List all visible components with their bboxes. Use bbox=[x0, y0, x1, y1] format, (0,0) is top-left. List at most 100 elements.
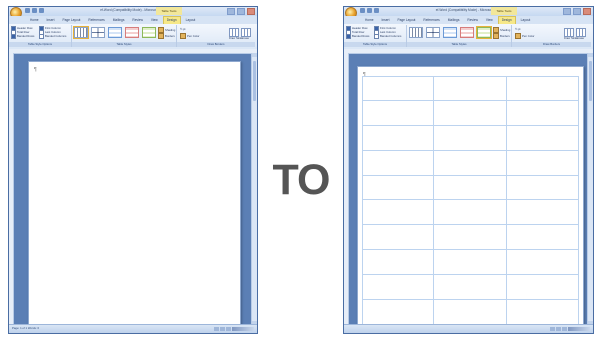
eraser-button[interactable]: Eraser bbox=[241, 28, 251, 40]
web-layout-icon[interactable] bbox=[226, 327, 231, 331]
print-layout-icon[interactable] bbox=[550, 327, 555, 331]
table-style-grid[interactable] bbox=[73, 26, 89, 39]
tab-insert[interactable]: Insert bbox=[379, 16, 393, 24]
tab-design[interactable]: Design bbox=[162, 16, 181, 24]
tab-view[interactable]: View bbox=[148, 16, 161, 24]
scroll-up-icon[interactable] bbox=[588, 53, 593, 57]
tab-home[interactable]: Home bbox=[27, 16, 42, 24]
label-cell[interactable] bbox=[434, 300, 507, 325]
tab-page-layout[interactable]: Page Layout bbox=[395, 16, 419, 24]
draw-table-button[interactable]: Draw Table bbox=[229, 28, 242, 40]
label-cell[interactable] bbox=[434, 175, 507, 201]
full-screen-icon[interactable] bbox=[220, 327, 225, 331]
document-page-label-grid[interactable]: ¶ bbox=[357, 66, 584, 330]
scrollbar-thumb[interactable] bbox=[253, 61, 256, 101]
label-cell[interactable] bbox=[362, 175, 435, 201]
maximize-icon[interactable] bbox=[573, 8, 581, 15]
pen-color-button[interactable]: Pen Color bbox=[180, 33, 199, 39]
label-cell[interactable] bbox=[506, 300, 579, 325]
pen-color-button[interactable]: Pen Color bbox=[515, 33, 534, 39]
zoom-slider[interactable] bbox=[232, 327, 254, 331]
scrollbar-thumb[interactable] bbox=[589, 61, 592, 101]
table-style-grid[interactable] bbox=[409, 27, 423, 38]
close-icon[interactable] bbox=[247, 8, 255, 15]
undo-icon[interactable] bbox=[367, 8, 372, 13]
banded-rows-checkbox[interactable]: Banded Rows bbox=[346, 33, 369, 39]
horizontal-ruler[interactable] bbox=[9, 49, 257, 54]
vertical-ruler[interactable] bbox=[344, 53, 349, 325]
horizontal-ruler[interactable] bbox=[344, 49, 593, 54]
vertical-scrollbar[interactable] bbox=[251, 53, 257, 325]
scroll-up-icon[interactable] bbox=[252, 53, 257, 57]
label-cell[interactable] bbox=[362, 76, 435, 101]
label-cell[interactable] bbox=[434, 125, 507, 151]
close-icon[interactable] bbox=[583, 8, 591, 15]
save-icon[interactable] bbox=[25, 8, 30, 13]
label-cell[interactable] bbox=[506, 225, 579, 251]
table-style-light-green[interactable] bbox=[476, 26, 492, 39]
tab-references[interactable]: References bbox=[420, 16, 442, 24]
banded-rows-checkbox[interactable]: Banded Rows bbox=[11, 33, 34, 39]
table-style-plain[interactable] bbox=[91, 27, 105, 38]
borders-button[interactable]: Borders bbox=[493, 33, 510, 39]
label-cell[interactable] bbox=[506, 100, 579, 126]
table-style-light-green[interactable] bbox=[142, 27, 156, 38]
pen-weight-select[interactable]: ½ pt bbox=[515, 27, 520, 31]
full-screen-icon[interactable] bbox=[556, 327, 561, 331]
label-cell[interactable] bbox=[362, 225, 435, 251]
table-style-light-red[interactable] bbox=[460, 27, 474, 38]
table-style-light-blue[interactable] bbox=[108, 27, 122, 38]
maximize-icon[interactable] bbox=[237, 8, 245, 15]
label-cell[interactable] bbox=[362, 300, 435, 325]
label-cell[interactable] bbox=[506, 250, 579, 276]
label-cell[interactable] bbox=[434, 200, 507, 226]
tab-view[interactable]: View bbox=[483, 16, 496, 24]
label-cell[interactable] bbox=[362, 100, 435, 126]
tab-references[interactable]: References bbox=[85, 16, 107, 24]
save-icon[interactable] bbox=[360, 8, 365, 13]
tab-mailings[interactable]: Mailings bbox=[445, 16, 463, 24]
web-layout-icon[interactable] bbox=[562, 327, 567, 331]
table-style-plain[interactable] bbox=[426, 27, 440, 38]
minimize-icon[interactable] bbox=[563, 8, 571, 15]
draw-table-button[interactable]: Draw Table bbox=[564, 28, 577, 40]
label-cell[interactable] bbox=[434, 150, 507, 176]
tab-layout[interactable]: Layout bbox=[518, 16, 534, 24]
label-cell[interactable] bbox=[434, 100, 507, 126]
print-layout-icon[interactable] bbox=[214, 327, 219, 331]
label-cell[interactable] bbox=[362, 275, 435, 301]
minimize-icon[interactable] bbox=[227, 8, 235, 15]
label-cell[interactable] bbox=[434, 250, 507, 276]
vertical-scrollbar[interactable] bbox=[587, 53, 593, 325]
label-cell[interactable] bbox=[362, 200, 435, 226]
tab-mailings[interactable]: Mailings bbox=[110, 16, 128, 24]
tab-design[interactable]: Design bbox=[497, 16, 516, 24]
label-cell[interactable] bbox=[506, 275, 579, 301]
table-style-light-blue[interactable] bbox=[443, 27, 457, 38]
table-style-light-red[interactable] bbox=[125, 27, 139, 38]
label-cell[interactable] bbox=[506, 150, 579, 176]
label-cell[interactable] bbox=[362, 125, 435, 151]
label-cell[interactable] bbox=[362, 250, 435, 276]
document-page-blank[interactable]: ¶ bbox=[28, 61, 241, 329]
eraser-button[interactable]: Eraser bbox=[576, 28, 586, 40]
tab-insert[interactable]: Insert bbox=[44, 16, 58, 24]
vertical-ruler[interactable] bbox=[9, 53, 14, 325]
label-cell[interactable] bbox=[434, 225, 507, 251]
label-cell[interactable] bbox=[506, 200, 579, 226]
tab-review[interactable]: Review bbox=[464, 16, 480, 24]
banded-columns-checkbox[interactable]: Banded Columns bbox=[39, 33, 66, 39]
redo-icon[interactable] bbox=[374, 8, 379, 13]
label-cell[interactable] bbox=[506, 175, 579, 201]
label-cell[interactable] bbox=[506, 76, 579, 101]
pen-weight-select[interactable]: ½ pt bbox=[180, 27, 185, 31]
tab-layout[interactable]: Layout bbox=[183, 16, 199, 24]
tab-review[interactable]: Review bbox=[129, 16, 145, 24]
redo-icon[interactable] bbox=[39, 8, 44, 13]
label-cell[interactable] bbox=[362, 150, 435, 176]
label-cell[interactable] bbox=[434, 275, 507, 301]
borders-button[interactable]: Borders bbox=[158, 33, 175, 39]
tab-home[interactable]: Home bbox=[362, 16, 377, 24]
label-cell[interactable] bbox=[434, 76, 507, 101]
zoom-slider[interactable] bbox=[568, 327, 590, 331]
